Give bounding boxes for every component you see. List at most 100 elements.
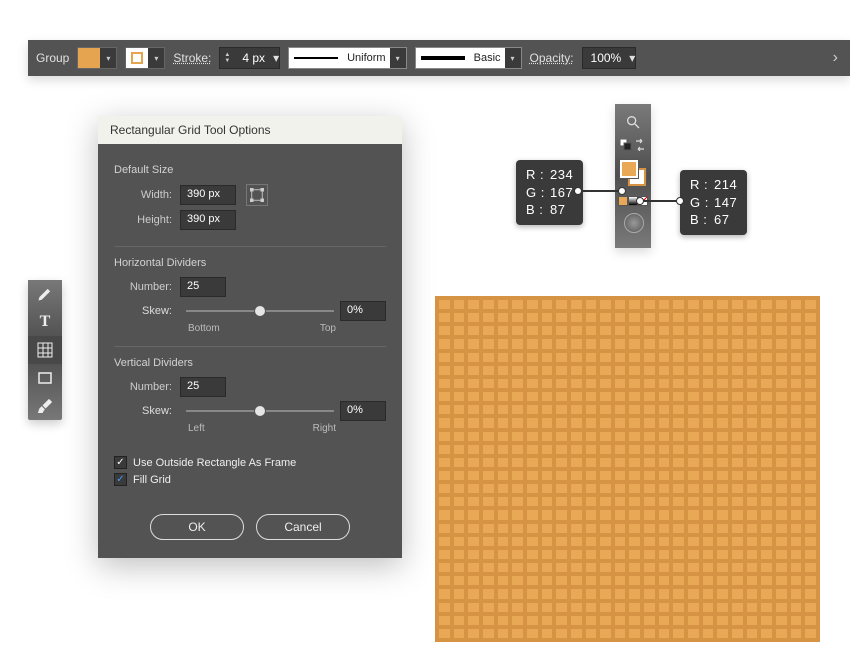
- grid-cell: [747, 300, 758, 309]
- type-tool[interactable]: T: [28, 308, 62, 336]
- grid-cell: [556, 563, 567, 572]
- grid-cell: [483, 471, 494, 480]
- grid-cell: [717, 563, 728, 572]
- grid-cell: [776, 629, 787, 638]
- draw-mode-icon[interactable]: [621, 210, 645, 234]
- h-skew-value[interactable]: 0%: [340, 301, 386, 321]
- magnifier-icon[interactable]: [621, 110, 645, 134]
- use-outside-rect-checkbox[interactable]: [114, 456, 127, 469]
- stroke-width-stepper[interactable]: ▲▼: [220, 52, 234, 64]
- grid-cell: [717, 392, 728, 401]
- overflow-arrow-icon[interactable]: ›: [833, 49, 842, 67]
- fill-color-select[interactable]: ▾: [77, 47, 117, 69]
- stroke-color-select[interactable]: ▾: [125, 47, 165, 69]
- width-input[interactable]: 390 px: [180, 185, 236, 205]
- grid-cell: [600, 497, 611, 506]
- grid-cell: [791, 550, 802, 559]
- grid-cell: [542, 537, 553, 546]
- grid-cell: [805, 326, 816, 335]
- slider-thumb[interactable]: [254, 405, 266, 417]
- brush-definition-select[interactable]: Basic ▾: [415, 47, 522, 69]
- grid-cell: [512, 497, 523, 506]
- grid-cell: [571, 445, 582, 454]
- opacity-field[interactable]: 100% ▾: [582, 47, 637, 69]
- grid-cell: [556, 510, 567, 519]
- grid-cell: [747, 458, 758, 467]
- grid-cell: [629, 326, 640, 335]
- grid-cell: [659, 563, 670, 572]
- fill-r: 234: [550, 166, 573, 184]
- swap-colors-icon[interactable]: [633, 138, 647, 152]
- pen-tool[interactable]: [28, 280, 62, 308]
- slider-thumb[interactable]: [254, 305, 266, 317]
- color-mode-solid[interactable]: [618, 196, 628, 206]
- width-profile-dropdown-icon[interactable]: ▾: [390, 48, 406, 68]
- h-number-input[interactable]: 25: [180, 277, 226, 297]
- stroke-width-dropdown-icon[interactable]: ▾: [273, 51, 279, 65]
- constrain-proportions-icon[interactable]: [246, 184, 268, 206]
- grid-cell: [805, 300, 816, 309]
- grid-cell: [732, 537, 743, 546]
- grid-cell: [556, 484, 567, 493]
- stroke-width-value: 4 px: [234, 51, 273, 65]
- grid-cell: [439, 629, 450, 638]
- default-size-section: Default Size Width: 390 px Height: 390 p…: [114, 164, 386, 247]
- grid-cell: [468, 339, 479, 348]
- fill-grid-checkbox[interactable]: [114, 473, 127, 486]
- grid-cell: [498, 550, 509, 559]
- grid-cell: [527, 589, 538, 598]
- grid-cell: [761, 524, 772, 533]
- grid-cell: [615, 379, 626, 388]
- grid-cell: [688, 484, 699, 493]
- grid-cell: [732, 589, 743, 598]
- grid-cell: [761, 471, 772, 480]
- width-profile-select[interactable]: Uniform ▾: [288, 47, 407, 69]
- grid-cell: [512, 629, 523, 638]
- fill-stroke-indicator[interactable]: [618, 158, 648, 188]
- grid-cell: [512, 353, 523, 362]
- h-skew-slider[interactable]: [186, 303, 334, 319]
- grid-cell: [527, 603, 538, 612]
- grid-cell: [644, 603, 655, 612]
- grid-cell: [673, 366, 684, 375]
- grid-cell: [542, 313, 553, 322]
- stroke-width-field[interactable]: ▲▼ 4 px ▾: [219, 47, 280, 69]
- grid-cell: [791, 471, 802, 480]
- default-colors-icon[interactable]: [619, 138, 633, 152]
- grid-cell: [732, 300, 743, 309]
- grid-cell: [703, 392, 714, 401]
- grid-cell: [717, 313, 728, 322]
- grid-cell: [761, 445, 772, 454]
- grid-cell: [776, 576, 787, 585]
- v-skew-value[interactable]: 0%: [340, 401, 386, 421]
- grid-cell: [542, 366, 553, 375]
- rectangle-tool[interactable]: [28, 364, 62, 392]
- stroke-dropdown-icon[interactable]: ▾: [148, 48, 164, 68]
- grid-cell: [468, 445, 479, 454]
- grid-cell: [673, 432, 684, 441]
- grid-cell: [527, 471, 538, 480]
- grid-cell: [468, 366, 479, 375]
- grid-cell: [791, 300, 802, 309]
- grid-cell: [615, 326, 626, 335]
- grid-cell: [498, 458, 509, 467]
- grid-cell: [556, 392, 567, 401]
- v-skew-slider[interactable]: [186, 403, 334, 419]
- grid-cell: [717, 497, 728, 506]
- grid-cell: [615, 392, 626, 401]
- grid-cell: [468, 537, 479, 546]
- grid-cell: [659, 629, 670, 638]
- grid-cell: [732, 484, 743, 493]
- grid-cell: [805, 445, 816, 454]
- cancel-button[interactable]: Cancel: [256, 514, 350, 540]
- paintbrush-tool[interactable]: [28, 392, 62, 420]
- ok-button[interactable]: OK: [150, 514, 244, 540]
- fill-dropdown-icon[interactable]: ▾: [100, 48, 116, 68]
- v-number-input[interactable]: 25: [180, 377, 226, 397]
- height-input[interactable]: 390 px: [180, 210, 236, 230]
- rectangular-grid-tool[interactable]: [28, 336, 62, 364]
- fill-indicator[interactable]: [620, 160, 638, 178]
- grid-cell: [703, 629, 714, 638]
- brush-dropdown-icon[interactable]: ▾: [505, 48, 521, 68]
- opacity-dropdown-icon[interactable]: ▾: [629, 51, 635, 65]
